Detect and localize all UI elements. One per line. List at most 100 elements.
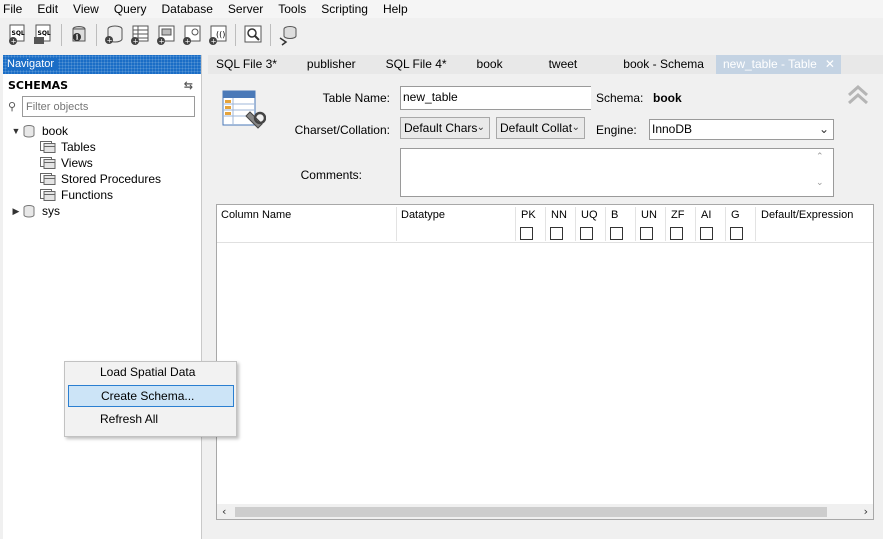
charset-collation-label: Charset/Collation: <box>294 123 390 137</box>
tab-sql-file-4[interactable]: SQL File 4* <box>370 55 461 74</box>
scroll-left-icon[interactable]: ‹ <box>222 504 226 519</box>
scroll-right-icon[interactable]: › <box>864 504 868 519</box>
create-view-icon[interactable]: + <box>154 23 178 47</box>
tree-item-tables[interactable]: Tables <box>3 139 201 155</box>
engine-select[interactable]: InnoDB ⌄ <box>649 119 834 140</box>
nn-checkbox[interactable] <box>550 227 563 240</box>
collapse-header-icon[interactable] <box>847 84 869 106</box>
menu-item-create-schema[interactable]: Create Schema... <box>68 385 234 407</box>
g-checkbox[interactable] <box>730 227 743 240</box>
tree-item-book[interactable]: ▼ book <box>3 123 201 139</box>
toolbar-separator <box>61 24 62 46</box>
menu-help[interactable]: Help <box>377 1 414 17</box>
functions-folder-icon <box>40 189 56 201</box>
tree-item-functions[interactable]: Functions <box>3 187 201 203</box>
chevron-down-icon: ⌄ <box>818 122 829 136</box>
tree-item-label: Views <box>61 156 93 170</box>
tab-label: book - Schema <box>623 57 704 71</box>
collation-select[interactable]: Default Collat ⌄ <box>496 117 585 139</box>
new-sql-tab-icon[interactable]: SQL + <box>6 23 30 47</box>
refresh-schemas-icon[interactable]: ⇆ <box>184 79 193 92</box>
menu-database[interactable]: Database <box>156 1 219 17</box>
column-header-default-expression[interactable]: Default/Expression <box>761 209 853 221</box>
menu-query[interactable]: Query <box>108 1 153 17</box>
tree-item-label: Functions <box>61 188 114 202</box>
create-function-icon[interactable]: (() + <box>206 23 230 47</box>
zf-checkbox[interactable] <box>670 227 683 240</box>
menu-view[interactable]: View <box>67 1 105 17</box>
toolbar-separator <box>96 24 97 46</box>
column-header-uq[interactable]: UQ <box>581 209 598 221</box>
tab-publisher[interactable]: publisher <box>291 55 370 74</box>
create-procedure-icon[interactable]: + <box>180 23 204 47</box>
search-icon: ⚲ <box>8 100 17 113</box>
open-sql-file-icon[interactable]: SQL <box>32 23 56 47</box>
column-header-zf[interactable]: ZF <box>671 209 684 221</box>
comments-scroll-down-icon[interactable]: ⌄ <box>816 178 824 188</box>
schemas-header: SCHEMAS ⇆ <box>3 74 201 96</box>
search-table-data-icon[interactable] <box>241 23 265 47</box>
scrollbar-thumb[interactable] <box>235 507 827 517</box>
filter-objects-input[interactable] <box>22 96 195 117</box>
menu-server[interactable]: Server <box>222 1 269 17</box>
menu-file[interactable]: File <box>0 1 28 17</box>
svg-text:+: + <box>107 37 113 45</box>
comments-scroll-up-icon[interactable]: ⌃ <box>816 152 824 162</box>
navigator-title: Navigator <box>7 58 59 70</box>
column-header-column-name[interactable]: Column Name <box>221 209 291 221</box>
column-header-pk[interactable]: PK <box>521 209 536 221</box>
database-icon <box>23 124 37 138</box>
charset-select[interactable]: Default Chars ⌄ <box>400 117 490 139</box>
navigator-header: Navigator <box>3 55 201 74</box>
un-checkbox[interactable] <box>640 227 653 240</box>
column-header-g[interactable]: G <box>731 209 740 221</box>
tree-item-label: book <box>42 124 69 138</box>
tab-book-schema[interactable]: book - Schema <box>607 55 716 74</box>
menu-scripting[interactable]: Scripting <box>315 1 374 17</box>
menu-edit[interactable]: Edit <box>31 1 64 17</box>
menu-bar: File Edit View Query Database Server Too… <box>0 0 883 18</box>
tree-item-views[interactable]: Views <box>3 155 201 171</box>
collation-value: Default Collat <box>500 121 573 135</box>
menu-item-refresh-all[interactable]: Refresh All <box>68 409 234 431</box>
column-header-b[interactable]: B <box>611 209 618 221</box>
tab-sql-file-3[interactable]: SQL File 3* <box>208 55 291 74</box>
uq-checkbox[interactable] <box>580 227 593 240</box>
tree-item-stored-procedures[interactable]: Stored Procedures <box>3 171 201 187</box>
table-name-input[interactable]: new_table <box>400 86 591 110</box>
tab-new-table[interactable]: new_table - Table ✕ <box>715 55 841 74</box>
column-divider <box>396 207 397 241</box>
inspector-icon[interactable]: i <box>67 23 91 47</box>
close-tab-icon[interactable]: ✕ <box>825 57 835 71</box>
create-schema-icon[interactable]: + <box>102 23 126 47</box>
column-header-ai[interactable]: AI <box>701 209 711 221</box>
column-divider <box>725 207 726 241</box>
collapsed-arrow-icon[interactable]: ▶ <box>3 206 21 217</box>
columns-grid[interactable]: Column Name Datatype PK NN UQ B UN ZF AI <box>216 204 874 520</box>
menu-item-load-spatial-data[interactable]: Load Spatial Data <box>68 362 234 384</box>
tree-item-label: Tables <box>61 140 96 154</box>
tree-item-label: Stored Procedures <box>61 172 162 186</box>
tab-book[interactable]: book <box>461 55 533 74</box>
expanded-arrow-icon[interactable]: ▼ <box>3 126 21 136</box>
horizontal-scrollbar[interactable]: ‹ › <box>217 504 873 519</box>
comments-textarea[interactable] <box>400 148 834 197</box>
tab-label: publisher <box>306 57 356 71</box>
engine-label: Engine: <box>596 123 637 137</box>
schemas-label: SCHEMAS <box>8 78 69 92</box>
ai-checkbox[interactable] <box>700 227 713 240</box>
tree-item-sys[interactable]: ▶ sys <box>3 203 201 219</box>
tab-tweet[interactable]: tweet <box>533 55 608 74</box>
svg-text:SQL: SQL <box>38 30 51 37</box>
charset-value: Default Chars <box>404 121 478 135</box>
navigator-panel: Navigator SCHEMAS ⇆ ⚲ ▼ book Tables View… <box>3 55 202 539</box>
column-header-nn[interactable]: NN <box>551 209 567 221</box>
reconnect-icon[interactable] <box>276 23 300 47</box>
menu-tools[interactable]: Tools <box>272 1 312 17</box>
pk-checkbox[interactable] <box>520 227 533 240</box>
column-header-datatype[interactable]: Datatype <box>401 209 445 221</box>
create-table-icon[interactable]: + <box>128 23 152 47</box>
b-checkbox[interactable] <box>610 227 623 240</box>
tab-label: tweet <box>548 57 578 71</box>
column-header-un[interactable]: UN <box>641 209 657 221</box>
